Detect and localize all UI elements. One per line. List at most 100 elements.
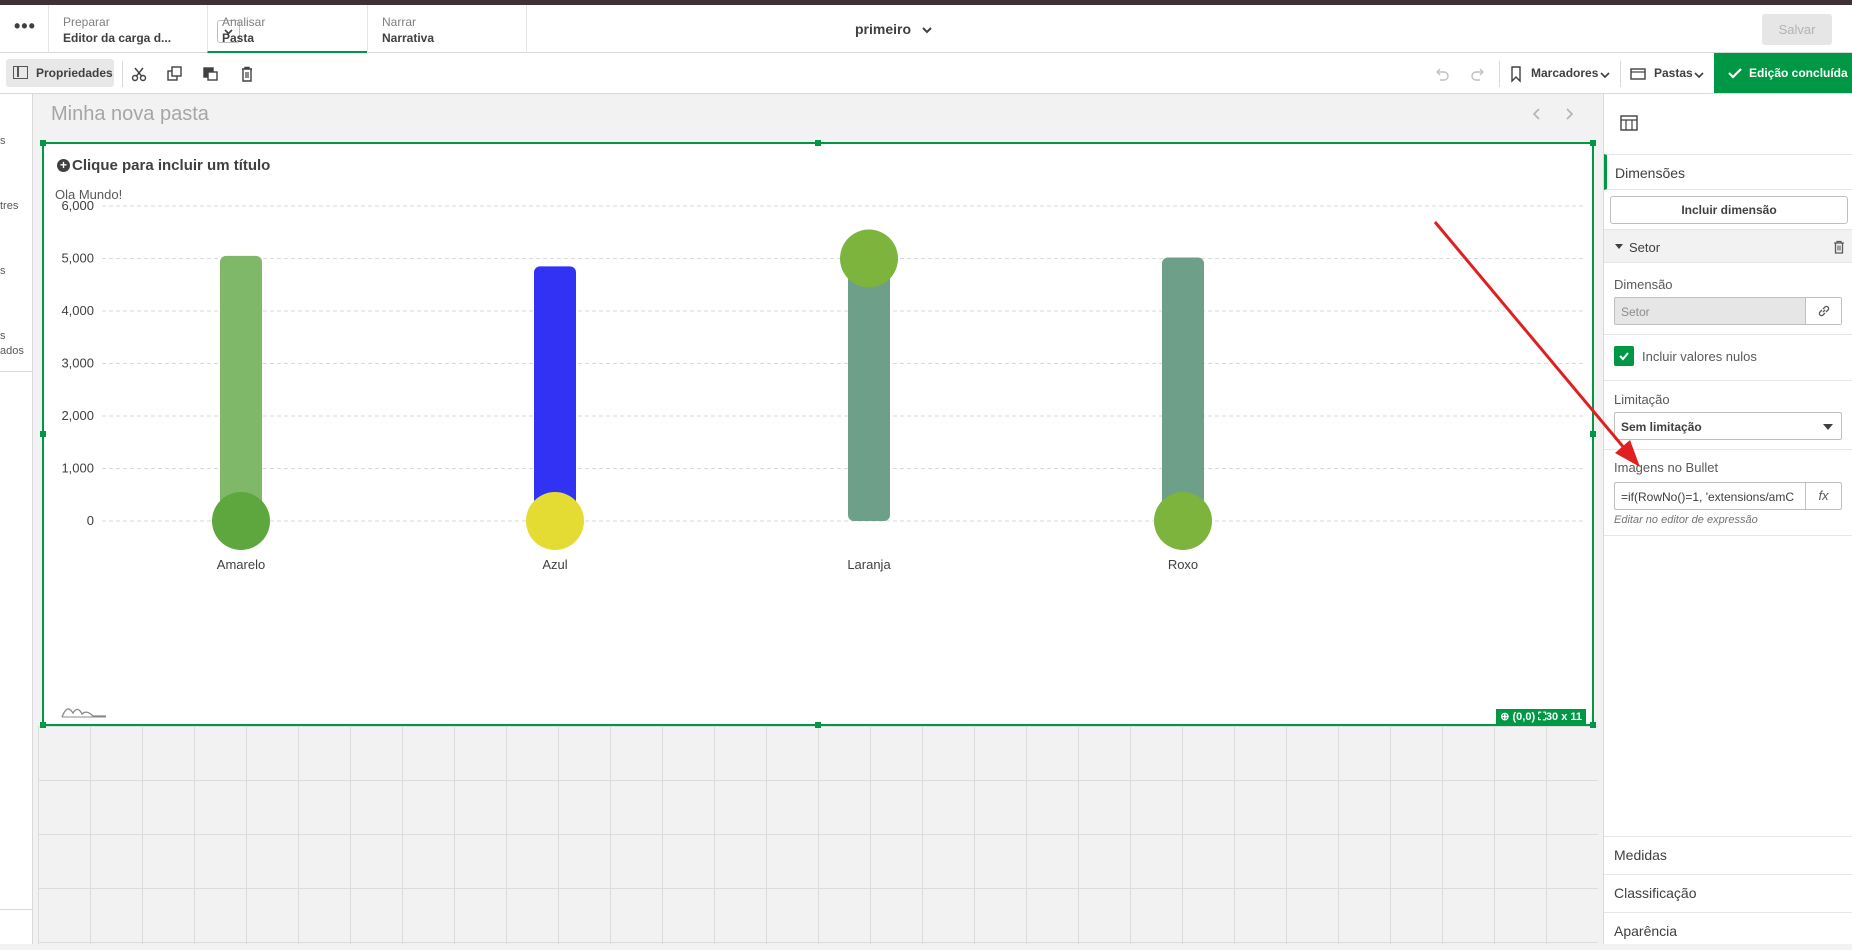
- divider: [1604, 535, 1852, 536]
- y-tick-label: 0: [87, 513, 94, 528]
- tab-narrate[interactable]: Narrar Narrativa: [367, 5, 527, 53]
- position-badge: (0,0): [1512, 711, 1536, 723]
- divider: [1604, 449, 1852, 450]
- chevron-down-icon[interactable]: [1596, 66, 1614, 84]
- assets-fragment[interactable]: s: [0, 330, 6, 342]
- limitation-value: Sem limitação: [1621, 420, 1702, 434]
- size-icon: ⛶: [1538, 711, 1546, 723]
- panel-icon: [13, 66, 28, 79]
- dropdown-arrow-icon: [1823, 424, 1833, 430]
- resize-handle[interactable]: [1590, 431, 1596, 437]
- resize-handle[interactable]: [1590, 722, 1596, 728]
- link-button[interactable]: [1805, 298, 1841, 324]
- bookmarks-button[interactable]: Marcadores: [1531, 66, 1598, 80]
- bullet-images-value: =if(RowNo()=1, 'extensions/amC: [1621, 490, 1795, 504]
- divider: [0, 909, 32, 910]
- dimension-field-value: Setor: [1621, 305, 1650, 319]
- measures-label: Medidas: [1614, 847, 1667, 863]
- more-menu-icon[interactable]: •••: [14, 17, 35, 39]
- bar: [220, 255, 262, 521]
- assets-fragment[interactable]: ados: [0, 345, 24, 357]
- chevron-down-icon[interactable]: [1690, 66, 1708, 84]
- properties-label: Propriedades: [36, 66, 113, 80]
- bar: [848, 258, 890, 521]
- fx-icon: fx: [1818, 488, 1829, 503]
- copy-icon[interactable]: [166, 65, 184, 83]
- dimension-item-setor[interactable]: Setor: [1604, 229, 1852, 263]
- delete-icon[interactable]: [238, 65, 256, 83]
- resize-handle[interactable]: [40, 431, 46, 437]
- add-dimension-button[interactable]: Incluir dimensão: [1610, 196, 1848, 224]
- redo-icon[interactable]: [1469, 65, 1487, 83]
- expression-editor-button[interactable]: fx: [1805, 483, 1841, 509]
- dimensions-section-header[interactable]: Dimensões: [1604, 154, 1852, 190]
- y-tick-label: 2,000: [61, 408, 94, 423]
- bullet-marker: [840, 229, 898, 288]
- resize-handle[interactable]: [815, 140, 821, 146]
- include-nulls-checkbox[interactable]: [1614, 346, 1634, 366]
- dimension-field[interactable]: Setor: [1614, 297, 1842, 325]
- y-tick-label: 1,000: [61, 461, 94, 476]
- resize-handle[interactable]: [40, 140, 46, 146]
- x-tick-label: Roxo: [1168, 557, 1198, 572]
- tab-analyze[interactable]: Analisar Pasta: [207, 5, 367, 53]
- properties-panel: Dimensões Incluir dimensão Setor Dimensã…: [1603, 94, 1852, 944]
- done-editing-label: Edição concluída: [1749, 66, 1848, 80]
- measures-section-header[interactable]: Medidas: [1604, 836, 1852, 874]
- sheets-button[interactable]: Pastas: [1654, 66, 1693, 80]
- bullet-marker: [1154, 492, 1212, 550]
- tab-prepare[interactable]: Preparar Editor da carga d...: [48, 5, 240, 53]
- chart-object[interactable]: + Clique para incluir um título Ola Mundo…: [40, 140, 1596, 728]
- sheet-title[interactable]: Minha nova pasta: [51, 103, 209, 126]
- dimension-item-label: Setor: [1629, 240, 1661, 255]
- tab-narrate-caption: Narrar: [382, 15, 417, 29]
- tab-prepare-caption: Preparar: [63, 15, 110, 29]
- table-icon[interactable]: [1620, 115, 1638, 131]
- caret-down-icon: [1615, 244, 1623, 249]
- sheet-grid[interactable]: [38, 726, 1598, 944]
- bar: [534, 266, 576, 521]
- include-nulls-label: Incluir valores nulos: [1642, 349, 1757, 364]
- bar: [1162, 257, 1204, 521]
- divider: [1499, 61, 1500, 87]
- tab-prepare-label: Editor da carga d...: [63, 31, 172, 45]
- dimension-field-label: Dimensão: [1614, 277, 1673, 292]
- divider: [0, 371, 32, 372]
- assets-fragment[interactable]: s: [0, 265, 6, 277]
- sorting-section-header[interactable]: Classificação: [1604, 874, 1852, 912]
- app-title-selector[interactable]: primeiro: [855, 21, 933, 37]
- x-tick-label: Azul: [542, 557, 567, 572]
- paste-icon[interactable]: [202, 65, 220, 83]
- limitation-label: Limitação: [1614, 392, 1670, 407]
- bullet-marker: [212, 492, 270, 550]
- y-tick-label: 3,000: [61, 356, 94, 371]
- size-badge: 30 x 11: [1545, 711, 1582, 723]
- dimensions-label: Dimensões: [1615, 165, 1686, 181]
- bar-chart: 6,000 5,000 4,000 3,000 2,000 1,000 0 Amarelo Az…: [61, 198, 1586, 572]
- assets-fragment[interactable]: s: [0, 135, 6, 147]
- next-sheet-icon[interactable]: [1561, 106, 1577, 122]
- assets-panel-strip: s tres s s ados: [0, 94, 33, 944]
- appearance-section-header[interactable]: Aparência: [1604, 912, 1852, 950]
- x-tick-label: Laranja: [847, 557, 891, 572]
- resize-handle[interactable]: [1590, 140, 1596, 146]
- resize-handle[interactable]: [815, 722, 821, 728]
- undo-icon[interactable]: [1433, 65, 1451, 83]
- properties-button[interactable]: Propriedades: [6, 59, 114, 87]
- bookmark-icon[interactable]: [1507, 65, 1525, 83]
- sheets-icon[interactable]: [1629, 65, 1647, 83]
- app-title: primeiro: [855, 21, 912, 37]
- previous-sheet-icon[interactable]: [1529, 106, 1545, 122]
- limitation-select[interactable]: Sem limitação: [1614, 412, 1842, 440]
- resize-handle[interactable]: [40, 722, 46, 728]
- expression-editor-hint[interactable]: Editar no editor de expressão: [1614, 514, 1758, 526]
- position-size-badge: ⊕ (0,0) ⛶30 x 11: [1496, 709, 1586, 725]
- cut-icon[interactable]: [130, 65, 148, 83]
- delete-icon[interactable]: [1833, 240, 1845, 254]
- bullet-images-expression-field[interactable]: =if(RowNo()=1, 'extensions/amC fx: [1614, 482, 1842, 510]
- y-tick-label: 4,000: [61, 303, 94, 318]
- appearance-label: Aparência: [1614, 923, 1678, 939]
- assets-fragment[interactable]: tres: [0, 200, 18, 212]
- done-editing-button[interactable]: Edição concluída: [1714, 53, 1852, 93]
- save-button[interactable]: Salvar: [1762, 14, 1832, 45]
